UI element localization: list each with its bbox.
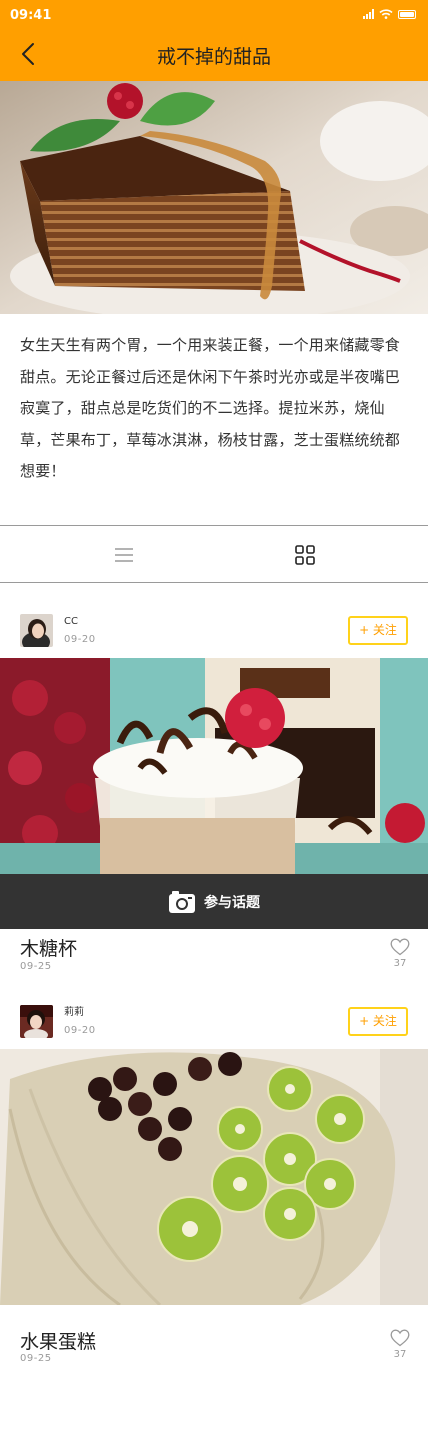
avatar[interactable] <box>20 1005 53 1038</box>
post-author: 莉莉 09-20 <box>20 1005 96 1038</box>
post-date: 09-25 <box>20 1353 52 1364</box>
like-count: 37 <box>393 958 407 969</box>
follow-button[interactable]: + 关注 <box>348 616 408 645</box>
intro-text: 女生天生有两个胃，一个用来装正餐，一个用来储藏零食甜点。无论正餐过后还是休闲下午… <box>20 336 401 480</box>
post-image[interactable] <box>0 658 428 874</box>
hero-image <box>0 81 428 314</box>
status-time: 09:41 <box>10 8 52 23</box>
author-name: CC <box>64 615 78 627</box>
battery-icon <box>398 9 416 19</box>
signal-icon <box>363 9 374 19</box>
author-date: 09-20 <box>64 633 96 645</box>
author-meta: CC 09-20 <box>64 615 96 647</box>
status-bar: 09:41 <box>0 0 428 30</box>
list-view-button[interactable] <box>113 544 135 566</box>
post-title[interactable]: 水果蛋糕 <box>20 1327 96 1354</box>
like-button[interactable] <box>390 938 410 956</box>
camera-icon <box>169 890 195 913</box>
grid-icon <box>295 545 315 565</box>
post-title[interactable]: 木糖杯 <box>20 934 77 961</box>
view-toggle <box>0 525 428 583</box>
author-meta: 莉莉 09-20 <box>64 1006 96 1038</box>
post-date: 09-25 <box>20 961 52 972</box>
post-image[interactable] <box>0 1049 428 1305</box>
heart-icon <box>390 1329 410 1347</box>
list-icon <box>115 548 133 562</box>
follow-button[interactable]: + 关注 <box>348 1007 408 1036</box>
heart-icon <box>390 938 410 956</box>
grid-view-button[interactable] <box>294 544 316 566</box>
nav-bar: 戒不掉的甜品 <box>0 30 428 81</box>
page-title: 戒不掉的甜品 <box>156 46 271 68</box>
wifi-icon <box>379 9 393 19</box>
author-date: 09-20 <box>64 1024 96 1036</box>
author-name: 莉莉 <box>64 1006 84 1018</box>
like-button[interactable] <box>390 1329 410 1347</box>
post-author: CC 09-20 <box>20 614 96 647</box>
status-icons <box>363 9 416 19</box>
avatar[interactable] <box>20 614 53 647</box>
join-topic-button[interactable]: 参与话题 <box>0 874 428 929</box>
join-topic-label: 参与话题 <box>204 894 260 911</box>
like-count: 37 <box>393 1349 407 1360</box>
